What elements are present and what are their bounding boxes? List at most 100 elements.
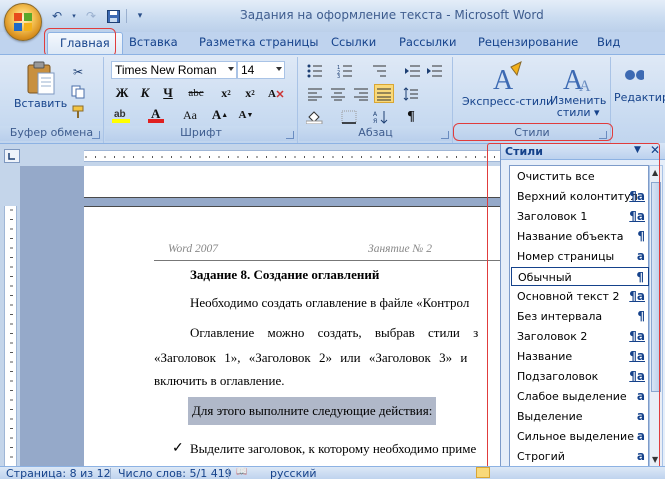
borders-icon[interactable] bbox=[339, 107, 359, 126]
tab-mailings[interactable]: Рассылки bbox=[399, 35, 456, 49]
tab-home[interactable]: Главная bbox=[47, 32, 123, 55]
line-spacing-icon[interactable] bbox=[401, 84, 421, 103]
tab-selector[interactable] bbox=[4, 149, 20, 163]
clipboard-group-label: Буфер обмена bbox=[0, 126, 103, 141]
grow-font-icon[interactable]: A ▲ bbox=[209, 105, 231, 125]
editing-button[interactable]: Редактир bbox=[614, 61, 665, 104]
tab-review[interactable]: Рецензирование bbox=[478, 35, 578, 49]
status-language[interactable]: русский bbox=[270, 467, 317, 479]
horizontal-ruler[interactable] bbox=[84, 150, 500, 162]
style-item[interactable]: Обычный ¶ bbox=[511, 267, 649, 286]
bold-icon[interactable]: Ж bbox=[111, 83, 133, 103]
tab-insert[interactable]: Вставка bbox=[129, 35, 178, 49]
status-separator bbox=[228, 468, 229, 479]
proofing-icon[interactable]: 📖 bbox=[236, 467, 247, 477]
font-name-combo[interactable]: Times New Roman bbox=[111, 61, 237, 79]
check-bullet-icon: ✓ bbox=[172, 441, 184, 456]
font-color-icon[interactable]: A bbox=[145, 105, 167, 125]
paste-button[interactable]: Вставить bbox=[14, 61, 67, 110]
font-size-value: 14 bbox=[241, 63, 255, 77]
font-size-combo[interactable]: 14 bbox=[237, 61, 285, 79]
scroll-up-icon[interactable]: ▲ bbox=[652, 168, 658, 177]
svg-text:A: A bbox=[579, 78, 591, 95]
style-item[interactable]: Основной текст 2 ¶a bbox=[511, 287, 649, 306]
status-separator bbox=[110, 468, 111, 479]
style-item[interactable]: Номер страницы a bbox=[511, 247, 649, 266]
scroll-down-icon[interactable]: ▼ bbox=[652, 455, 658, 464]
editing-label: Редактир bbox=[614, 91, 665, 104]
bullets-icon[interactable] bbox=[305, 61, 325, 80]
style-type-icon: ¶a bbox=[629, 209, 645, 223]
style-type-icon: ¶a bbox=[629, 289, 645, 303]
style-item[interactable]: Название объекта ¶ bbox=[511, 227, 649, 246]
subscript-icon[interactable]: x2 bbox=[215, 83, 237, 103]
center-icon[interactable] bbox=[328, 84, 348, 103]
format-painter-icon[interactable] bbox=[68, 103, 88, 121]
customize-qat-icon[interactable]: ▾ bbox=[131, 8, 149, 25]
highlight-color-icon[interactable]: ab bbox=[111, 105, 133, 125]
style-item[interactable]: Выделение a bbox=[511, 407, 649, 426]
change-styles-button[interactable]: A A Изменить стили ▾ bbox=[550, 61, 606, 119]
cut-icon[interactable]: ✂ bbox=[68, 63, 88, 81]
redo-icon[interactable]: ↷ bbox=[82, 8, 100, 25]
underline-icon[interactable]: Ч bbox=[157, 83, 179, 103]
clipboard-launcher-icon[interactable] bbox=[92, 131, 100, 139]
previous-page[interactable] bbox=[84, 166, 500, 198]
decrease-indent-icon[interactable] bbox=[403, 61, 423, 80]
styles-launcher-icon[interactable] bbox=[599, 131, 607, 139]
status-words[interactable]: Число слов: 5/1 419 bbox=[118, 467, 232, 479]
save-icon[interactable] bbox=[104, 8, 122, 25]
style-item-name: Очистить все bbox=[517, 170, 595, 183]
style-item[interactable]: Сильное выделение a bbox=[511, 427, 649, 446]
superscript-icon[interactable]: x2 bbox=[239, 83, 261, 103]
office-button[interactable] bbox=[4, 3, 42, 41]
italic-icon[interactable]: К bbox=[134, 83, 156, 103]
style-item[interactable]: Заголовок 2 ¶a bbox=[511, 327, 649, 346]
style-item[interactable]: Заголовок 1 ¶a bbox=[511, 207, 649, 226]
copy-icon[interactable] bbox=[68, 83, 88, 101]
sort-icon[interactable]: АЯ bbox=[371, 107, 391, 126]
quick-styles-icon: A bbox=[493, 61, 522, 95]
style-item[interactable]: Название ¶a bbox=[511, 347, 649, 366]
status-bar: Страница: 8 из 12 Число слов: 5/1 419 📖 … bbox=[0, 466, 665, 479]
header-right: Занятие № 2 bbox=[368, 243, 432, 255]
undo-icon[interactable]: ↶ bbox=[48, 8, 66, 25]
paragraph-launcher-icon[interactable] bbox=[441, 131, 449, 139]
clear-format-icon[interactable]: A bbox=[265, 83, 287, 103]
style-item[interactable]: Верхний колонтитул ¶a bbox=[511, 187, 649, 206]
dropdown-chevron-icon[interactable]: ▾ bbox=[70, 8, 78, 25]
change-case-icon[interactable]: Aa bbox=[179, 105, 201, 125]
status-page[interactable]: Страница: 8 из 12 bbox=[6, 467, 111, 479]
quick-styles-button[interactable]: A Экспресс-стили bbox=[462, 61, 553, 108]
print-layout-icon[interactable] bbox=[476, 467, 490, 478]
style-item[interactable]: Слабое выделение a bbox=[511, 387, 649, 406]
strikethrough-icon[interactable]: abc bbox=[185, 83, 207, 103]
font-launcher-icon[interactable] bbox=[286, 131, 294, 139]
pilcrow-icon[interactable]: ¶ bbox=[401, 107, 421, 126]
tab-references[interactable]: Ссылки bbox=[331, 35, 376, 49]
font-group: Times New Roman 14 Ж К Ч abc x2 x2 A ab … bbox=[105, 57, 298, 143]
numbering-icon[interactable]: 123 bbox=[335, 61, 355, 80]
shading-icon[interactable] bbox=[305, 107, 325, 126]
align-right-icon[interactable] bbox=[351, 84, 371, 103]
style-item[interactable]: Очистить все bbox=[511, 167, 649, 186]
style-item[interactable]: Строгий a bbox=[511, 447, 649, 466]
pane-options-icon[interactable]: ▼ bbox=[634, 145, 641, 155]
ribbon-tabs: Главная Вставка Разметка страницы Ссылки… bbox=[0, 32, 665, 55]
scrollbar-thumb[interactable] bbox=[651, 182, 661, 392]
style-item[interactable]: Без интервала ¶ bbox=[511, 307, 649, 326]
align-left-icon[interactable] bbox=[305, 84, 325, 103]
paragraph-2a: Оглавление можно создать, выбрав стили з bbox=[190, 325, 479, 340]
close-icon[interactable]: ✕ bbox=[650, 143, 660, 157]
styles-scrollbar[interactable]: ▲ ▼ bbox=[649, 165, 663, 467]
style-item[interactable]: Подзаголовок ¶a bbox=[511, 367, 649, 386]
shrink-font-icon[interactable]: A ▼ bbox=[235, 105, 257, 125]
style-type-icon: a bbox=[636, 249, 645, 263]
multilevel-icon[interactable] bbox=[369, 61, 389, 80]
justify-icon[interactable] bbox=[374, 84, 394, 103]
document-page[interactable]: Word 2007 Занятие № 2 Задание 8. Создани… bbox=[84, 206, 500, 466]
tab-view[interactable]: Вид bbox=[597, 35, 620, 49]
vertical-ruler[interactable] bbox=[4, 206, 17, 466]
tab-page-layout[interactable]: Разметка страницы bbox=[199, 35, 318, 49]
increase-indent-icon[interactable] bbox=[425, 61, 445, 80]
